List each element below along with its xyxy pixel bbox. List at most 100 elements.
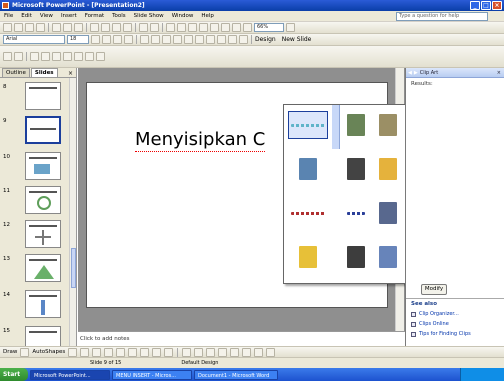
center-icon[interactable] xyxy=(151,35,160,44)
slide-thumbnail-14[interactable]: 14 xyxy=(0,290,70,324)
close-button[interactable]: × xyxy=(492,1,502,10)
tab-slides[interactable]: Slides xyxy=(30,68,58,77)
bold-icon[interactable] xyxy=(91,35,100,44)
taxi-clip[interactable] xyxy=(376,155,400,183)
menu-tools[interactable]: Tools xyxy=(112,13,126,19)
draw-menu-button[interactable]: Draw xyxy=(3,349,17,355)
menu-edit[interactable]: Edit xyxy=(21,13,32,19)
back-icon[interactable] xyxy=(30,52,39,61)
italic-icon[interactable] xyxy=(102,35,111,44)
increase-font-icon[interactable] xyxy=(195,35,204,44)
favorites-icon[interactable] xyxy=(96,52,105,61)
rope-line-clip[interactable] xyxy=(344,199,368,227)
insert-table-icon[interactable] xyxy=(177,23,186,32)
cut-icon[interactable] xyxy=(90,23,99,32)
taskbar-item-powerpoint[interactable]: Microsoft PowerPoint... xyxy=(30,369,110,380)
animation-icon[interactable] xyxy=(3,52,12,61)
web-search-icon[interactable] xyxy=(85,52,94,61)
taskbar-item-word[interactable]: Document1 - Microsoft Word xyxy=(194,369,278,380)
menu-view[interactable]: View xyxy=(40,13,53,19)
close-icon[interactable]: × xyxy=(497,70,501,76)
format-painter-icon[interactable] xyxy=(123,23,132,32)
save-icon[interactable] xyxy=(25,23,34,32)
notes-pane[interactable]: Click to add notes xyxy=(78,331,405,345)
palace-clip[interactable] xyxy=(376,111,400,139)
decrease-font-icon[interactable] xyxy=(206,35,215,44)
shadow-style-icon[interactable] xyxy=(254,347,264,357)
clip-organizer-link[interactable]: Clip Organizer... xyxy=(411,311,459,317)
align-right-icon[interactable] xyxy=(162,35,171,44)
scrollbar-thumb[interactable] xyxy=(71,248,76,288)
slide-thumbnail-10[interactable]: 10 xyxy=(0,152,70,186)
font-size-select[interactable]: 18 xyxy=(67,35,89,44)
clips-online-link[interactable]: Clips Online xyxy=(411,321,449,327)
cow-clip[interactable] xyxy=(344,155,368,183)
building-clip[interactable] xyxy=(344,111,368,139)
3d-style-icon[interactable] xyxy=(266,347,276,357)
menu-help[interactable]: Help xyxy=(201,13,214,19)
new-slide-button[interactable]: New Slide xyxy=(282,36,312,43)
open-icon[interactable] xyxy=(14,23,23,32)
insert-chart-icon[interactable] xyxy=(166,23,175,32)
wordart-icon[interactable] xyxy=(128,347,138,357)
permission-icon[interactable] xyxy=(36,23,45,32)
dash-style-icon[interactable] xyxy=(230,347,240,357)
start-button[interactable]: Start xyxy=(0,368,28,381)
taskbar-item-menu-insert[interactable]: MENU INSERT - Micros... xyxy=(112,369,192,380)
hyperlink-icon[interactable] xyxy=(199,23,208,32)
copy-icon[interactable] xyxy=(101,23,110,32)
print-icon[interactable] xyxy=(52,23,61,32)
slide-thumbnail-15[interactable]: 15 xyxy=(0,326,70,346)
picture-icon[interactable] xyxy=(164,347,174,357)
menu-insert[interactable]: Insert xyxy=(61,13,77,19)
menu-format[interactable]: Format xyxy=(85,13,104,19)
decrease-indent-icon[interactable] xyxy=(217,35,226,44)
menu-window[interactable]: Window xyxy=(172,13,194,19)
expand-all-icon[interactable] xyxy=(210,23,219,32)
slide-thumbnail-13[interactable]: 13 xyxy=(0,254,70,288)
school-house-clip[interactable] xyxy=(344,243,368,271)
minimize-button[interactable]: _ xyxy=(470,1,480,10)
cyclist-clip[interactable] xyxy=(288,155,328,183)
slide-thumbnail-9[interactable]: 9 xyxy=(0,116,70,150)
tab-outline[interactable]: Outline xyxy=(2,68,30,77)
arrow-icon[interactable] xyxy=(80,347,90,357)
numbering-icon[interactable] xyxy=(173,35,182,44)
arrow-style-icon[interactable] xyxy=(242,347,252,357)
diagram-icon[interactable] xyxy=(140,347,150,357)
transition-icon[interactable] xyxy=(14,52,23,61)
line-color-icon[interactable] xyxy=(194,347,204,357)
tips-link[interactable]: Tips for Finding Clips xyxy=(411,331,471,337)
home-icon[interactable] xyxy=(74,52,83,61)
menu-slide-show[interactable]: Slide Show xyxy=(134,13,164,19)
show-formatting-icon[interactable] xyxy=(221,23,230,32)
font-color-icon[interactable] xyxy=(206,347,216,357)
clip-dropdown-arrow[interactable] xyxy=(332,105,340,149)
slide-thumbnail-8[interactable]: 8 xyxy=(0,82,70,116)
zoom-select[interactable]: 66% xyxy=(254,23,284,32)
medical-symbol-clip[interactable] xyxy=(376,243,400,271)
clip-art-icon[interactable] xyxy=(152,347,162,357)
redo-icon[interactable] xyxy=(150,23,159,32)
underline-icon[interactable] xyxy=(113,35,122,44)
fill-color-icon[interactable] xyxy=(182,347,192,357)
menu-file[interactable]: File xyxy=(4,13,13,19)
maximize-button[interactable]: □ xyxy=(481,1,491,10)
slide-thumbnail-11[interactable]: 11 xyxy=(0,186,70,220)
new-icon[interactable] xyxy=(3,23,12,32)
rectangle-icon[interactable] xyxy=(92,347,102,357)
undo-icon[interactable] xyxy=(139,23,148,32)
grid-icon[interactable] xyxy=(232,23,241,32)
football-helmet-clip[interactable] xyxy=(376,199,400,227)
increase-indent-icon[interactable] xyxy=(228,35,237,44)
slides-pane-scrollbar[interactable] xyxy=(69,78,76,346)
back-icon[interactable]: ◀ xyxy=(408,70,412,76)
stop-icon[interactable] xyxy=(52,52,61,61)
select-objects-icon[interactable] xyxy=(20,347,30,357)
print-preview-icon[interactable] xyxy=(63,23,72,32)
school-bus-clip[interactable] xyxy=(288,243,328,271)
border-line-clip[interactable] xyxy=(288,199,328,227)
slide-title-text[interactable]: Menyisipkan C xyxy=(135,129,266,152)
help-icon[interactable] xyxy=(286,23,295,32)
line-style-icon[interactable] xyxy=(218,347,228,357)
